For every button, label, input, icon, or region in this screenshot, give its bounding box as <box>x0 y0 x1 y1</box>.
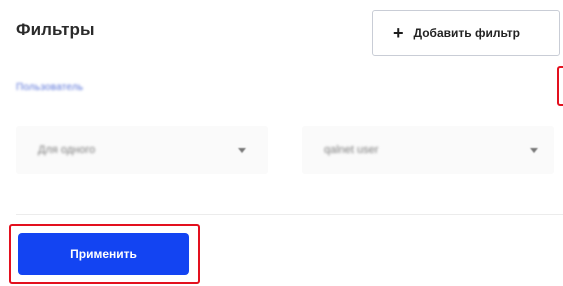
divider <box>16 214 563 215</box>
value-select[interactable]: qalnet user <box>302 126 554 174</box>
remove-filter-button[interactable]: ✕ <box>557 66 563 106</box>
plus-icon: + <box>393 23 404 43</box>
chevron-down-icon <box>238 147 246 153</box>
filters-title: Фильтры <box>16 20 95 39</box>
filter-field-label: Пользователь <box>16 82 84 93</box>
add-filter-label: Добавить фильтр <box>413 26 520 40</box>
apply-button[interactable]: Применить <box>18 233 189 275</box>
chevron-down-icon <box>530 147 538 153</box>
add-filter-button[interactable]: + Добавить фильтр <box>372 10 560 56</box>
condition-select[interactable]: Для одного <box>16 126 268 174</box>
value-select-value: qalnet user <box>324 144 379 156</box>
condition-select-value: Для одного <box>38 144 96 156</box>
